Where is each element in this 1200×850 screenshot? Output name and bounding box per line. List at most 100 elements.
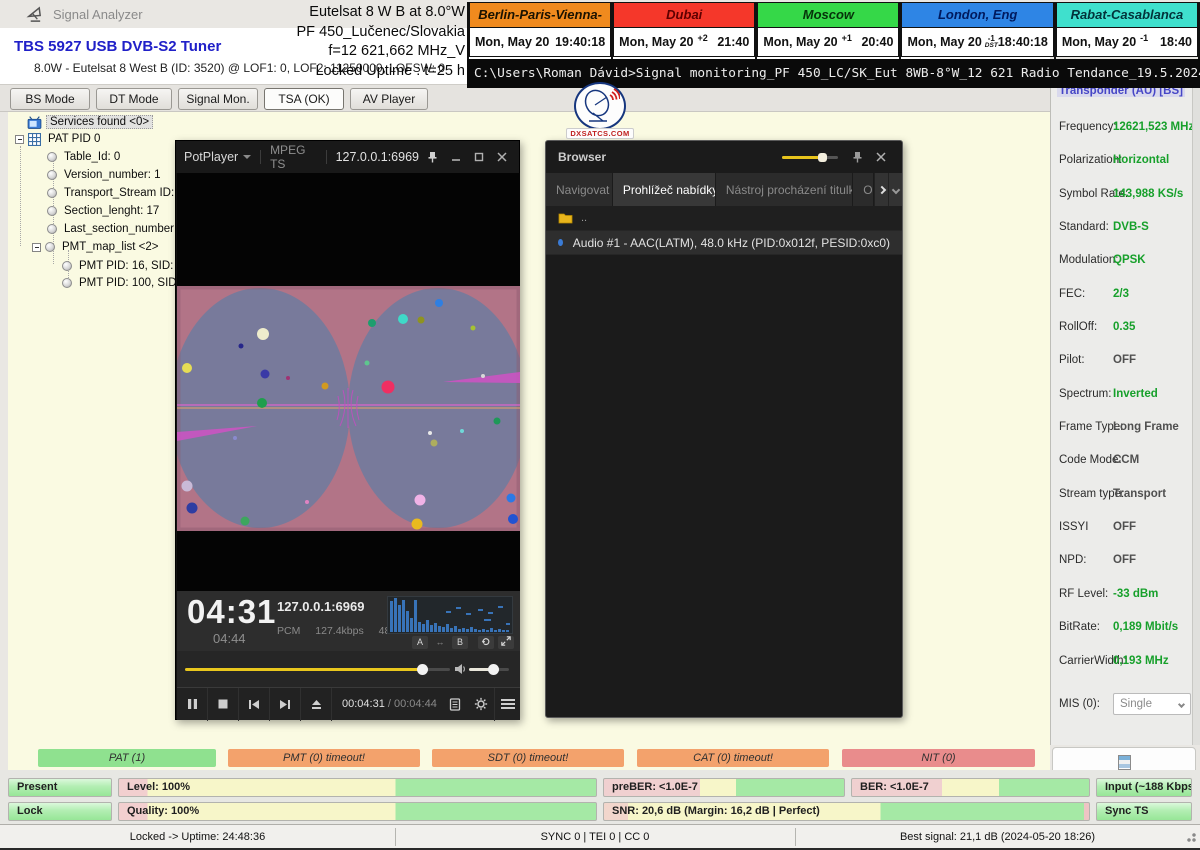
video-area[interactable] [177, 173, 520, 591]
tab-prohlizec-nabidky[interactable]: Prohlížeč nabídky [613, 173, 716, 206]
broadcast-info: Eutelsat 8 W B at 8.0°W PF 450_Lučenec/S… [280, 3, 465, 81]
tab-list-dropdown-icon[interactable] [888, 173, 902, 206]
volume-icon[interactable] [454, 663, 467, 675]
ab-point-b-button[interactable]: B [452, 636, 468, 649]
tree-item-label[interactable]: Services found <0> [46, 115, 153, 129]
audio-track-item[interactable]: Audio #1 - AAC(LATM), 48.0 kHz (PID:0x01… [546, 230, 902, 255]
parent-folder-row[interactable]: .. [546, 206, 902, 230]
potplayer-menu[interactable]: PotPlayer [184, 150, 238, 164]
device-title: TBS 5927 USB DVB-S2 Tuner [14, 38, 221, 55]
pin-icon[interactable] [423, 148, 442, 166]
tree-item-pmt-16[interactable]: PMT PID: 16, SID: 0 [62, 258, 186, 274]
maximize-icon[interactable] [469, 148, 488, 166]
eject-button[interactable] [301, 688, 332, 721]
clock-time: 21:40 [717, 35, 749, 49]
tree-item-section-length[interactable]: Section_lenght: 17 [47, 203, 162, 219]
param-polarization: Polarization:Horizontal [1051, 154, 1200, 170]
tree-item-services[interactable]: Services found <0> [27, 114, 153, 130]
browser-titlebar[interactable]: Browser [546, 141, 902, 173]
seek-thumb[interactable] [417, 664, 428, 675]
app-title: Signal Analyzer [53, 7, 143, 22]
transponder-panel: Transponder (AU) [BS] Frequency:12621,52… [1050, 85, 1200, 745]
tree-item-label[interactable]: PMT_map_list <2> [59, 241, 162, 253]
folder-icon [558, 212, 573, 224]
stop-button[interactable] [208, 688, 239, 721]
playlist-icon[interactable] [442, 688, 468, 721]
tab-nastroj-titulku[interactable]: Nástroj procházení titulků [716, 173, 853, 206]
tv-icon [27, 116, 42, 129]
tab-av-player[interactable]: AV Player [350, 88, 428, 110]
scroll-tabs-right-icon[interactable] [874, 173, 888, 206]
tree-item-version[interactable]: Version_number: 1 [47, 167, 164, 183]
collapse-icon[interactable] [15, 135, 24, 144]
tab-bs-mode[interactable]: BS Mode [10, 88, 90, 110]
ber-bar: BER: <1.0E-7 [851, 778, 1090, 797]
param-npd: NPD:OFF [1051, 554, 1200, 570]
audio-track-label[interactable]: Audio #1 - AAC(LATM), 48.0 kHz (PID:0x01… [573, 236, 890, 250]
tree-item-last-section[interactable]: Last_section_number: 0 [47, 221, 190, 237]
dxsatcs-logo-disc [574, 82, 626, 130]
audio-spectrum [387, 596, 513, 634]
pause-button[interactable] [177, 688, 208, 721]
tree-item-table-id[interactable]: Table_Id: 0 [47, 149, 123, 165]
tab-dt-mode[interactable]: DT Mode [96, 88, 172, 110]
tree-item-label[interactable]: Transport_Stream ID: 1 [61, 187, 187, 199]
param-carrier-width: CarrierWidth:0,193 MHz [1051, 655, 1200, 671]
tree-connector [20, 146, 21, 246]
param-rolloff: RollOff:0.35 [1051, 321, 1200, 337]
clock-time-row: Mon, May 20 +2 21:40 [613, 28, 755, 57]
repeat-icon[interactable] [478, 636, 494, 649]
settings-gear-icon[interactable] [468, 688, 494, 721]
tree-item-label[interactable]: PMT PID: 16, SID: 0 [76, 260, 186, 272]
tab-navigovat[interactable]: Navigovat [546, 173, 613, 206]
collapse-icon[interactable] [32, 243, 41, 252]
clock-date: Mon, May 20 [763, 35, 837, 49]
status-uptime: Locked -> Uptime: 24:48:36 [0, 825, 395, 849]
chevron-down-icon [243, 155, 251, 159]
panel-scrollbar[interactable] [1192, 85, 1200, 745]
volume-thumb[interactable] [488, 664, 499, 675]
clock-time-row: Mon, May 20 -1 18:40 [1056, 28, 1198, 57]
tree-item-label[interactable]: Section_lenght: 17 [61, 205, 162, 217]
resize-grip[interactable] [1183, 829, 1197, 843]
tree-item-pat[interactable]: PAT PID 0 [15, 131, 103, 147]
minimize-icon[interactable] [446, 148, 465, 166]
ab-point-a-button[interactable]: A [412, 636, 428, 649]
tree-item-label[interactable]: Last_section_number: 0 [61, 223, 190, 235]
menu-hamburger-icon[interactable] [494, 688, 520, 721]
potplayer-titlebar[interactable]: PotPlayer MPEG TS 127.0.0.1:6969 [176, 141, 519, 173]
tab-online-subs[interactable]: Online Subs [853, 173, 874, 206]
tree-item-pmt-map[interactable]: PMT_map_list <2> [32, 239, 162, 255]
clock-time: 18:40 [1160, 35, 1192, 49]
previous-button[interactable] [239, 688, 270, 721]
mis-dropdown[interactable]: Single [1113, 693, 1191, 715]
tree-item-label[interactable]: PAT PID 0 [45, 133, 103, 145]
parent-folder-label[interactable]: .. [581, 212, 587, 224]
playback-duration: 00:04:44 [394, 698, 437, 710]
sdt-status-badge: SDT (0) timeout! [432, 749, 624, 767]
next-button[interactable] [270, 688, 301, 721]
param-frequency: Frequency:12621,523 MHz [1051, 121, 1200, 137]
close-icon[interactable] [871, 148, 890, 166]
tree-item-label[interactable]: Version_number: 1 [61, 169, 164, 181]
level-bar: Level: 100% [118, 778, 597, 797]
tree-item-label[interactable]: Table_Id: 0 [61, 151, 123, 163]
param-code-mode: Code Mode:CCM [1051, 454, 1200, 470]
layers-icon [1118, 755, 1131, 770]
ab-swap-button[interactable]: ↔ [432, 636, 448, 649]
pmt-status-badge: PMT (0) timeout! [228, 749, 420, 767]
satellite-dish-drawing [580, 87, 620, 125]
seek-bar[interactable] [185, 668, 423, 671]
clock-city-label: Dubai [613, 2, 755, 28]
tab-signal-mon[interactable]: Signal Mon. [178, 88, 258, 110]
tree-item-pmt-100[interactable]: PMT PID: 100, SID: 0 [62, 275, 192, 291]
close-icon[interactable] [492, 148, 511, 166]
opacity-slider[interactable] [782, 156, 838, 159]
tab-tsa[interactable]: TSA (OK) [264, 88, 344, 110]
fullscreen-icon[interactable] [498, 636, 514, 649]
pin-icon[interactable] [848, 148, 867, 166]
tree-item-ts-id[interactable]: Transport_Stream ID: 1 [47, 185, 187, 201]
browser-window: Browser Navigovat Prohlížeč nabídky Nást… [545, 140, 903, 718]
bitrate-label: 127.4kbps [315, 625, 363, 637]
param-bitrate: BitRate:0,189 Mbit/s [1051, 621, 1200, 637]
